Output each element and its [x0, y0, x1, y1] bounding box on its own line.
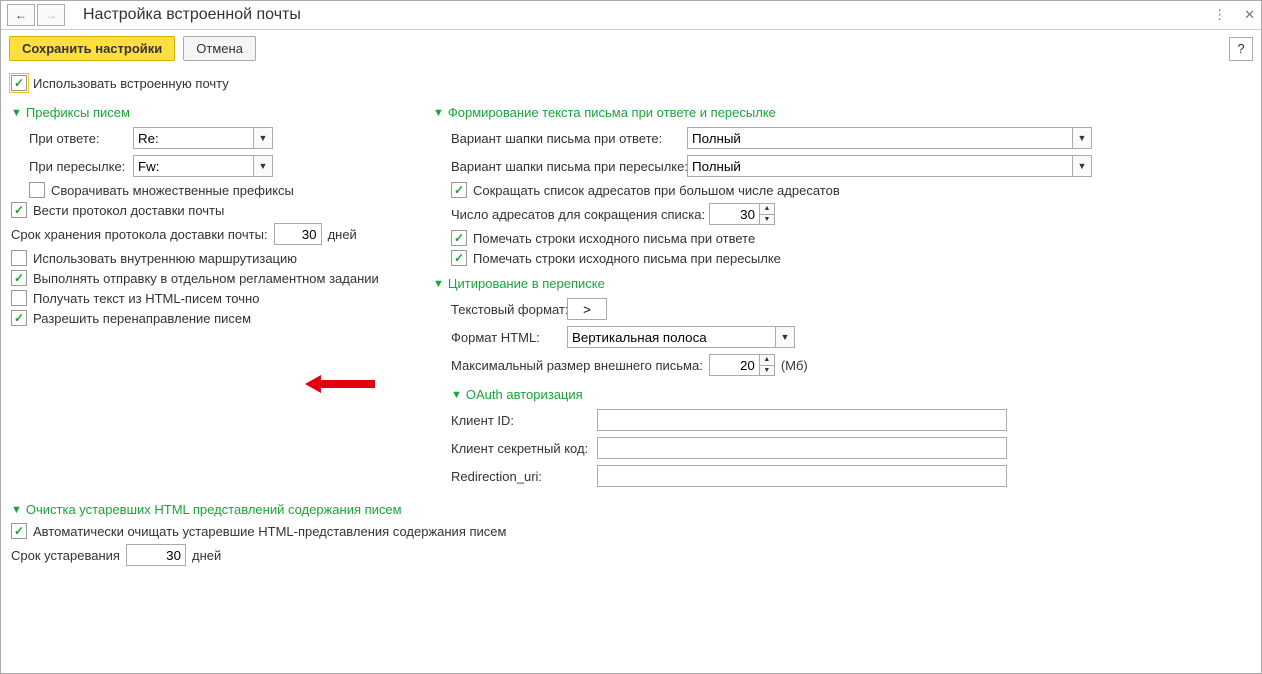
text-fmt-label: Текстовый формат: — [451, 302, 561, 317]
titlebar: ← → Настройка встроенной почты ⋮ ✕ — [1, 1, 1261, 30]
close-icon[interactable]: ✕ — [1244, 7, 1255, 23]
reply-fwd-heading[interactable]: ▼ Формирование текста письма при ответе … — [433, 105, 1133, 120]
reply-prefix-input[interactable] — [133, 127, 253, 149]
internal-routing-label: Использовать внутреннюю маршрутизацию — [33, 251, 297, 266]
html-exact-label: Получать текст из HTML-писем точно — [33, 291, 259, 306]
shorten-count-label: Число адресатов для сокращения списка: — [451, 207, 703, 222]
shorten-count-input[interactable] — [709, 203, 759, 225]
chevron-down-icon: ▼ — [11, 107, 22, 119]
redirect-uri-label: Redirection_uri: — [451, 469, 591, 484]
chevron-down-icon[interactable]: ▼ — [1072, 127, 1092, 149]
reply-header-combo[interactable]: ▼ — [687, 127, 1092, 149]
content: Использовать встроенную почту ▼ Префиксы… — [1, 67, 1261, 575]
reply-prefix-label: При ответе: — [29, 131, 127, 146]
chevron-down-icon: ▼ — [451, 389, 462, 401]
chevron-down-icon[interactable]: ▼ — [253, 127, 273, 149]
max-size-unit: (Мб) — [781, 358, 808, 373]
max-size-label: Максимальный размер внешнего письма: — [451, 358, 703, 373]
kebab-menu-icon[interactable]: ⋮ — [1213, 7, 1226, 23]
cancel-button[interactable]: Отмена — [183, 36, 256, 61]
nav-forward-button[interactable]: → — [37, 4, 65, 26]
toolbar: Сохранить настройки Отмена ? — [1, 30, 1261, 67]
html-fmt-label: Формат HTML: — [451, 330, 561, 345]
mark-lines-reply-label: Помечать строки исходного письма при отв… — [473, 231, 755, 246]
use-internal-mail-checkbox[interactable] — [11, 75, 27, 91]
chevron-down-icon: ▼ — [11, 504, 22, 516]
chevron-down-icon[interactable]: ▼ — [775, 326, 795, 348]
help-button[interactable]: ? — [1229, 37, 1253, 61]
chevron-down-icon: ▼ — [433, 107, 444, 119]
mark-lines-fwd-label: Помечать строки исходного письма при пер… — [473, 251, 781, 266]
cleanup-age-input[interactable] — [126, 544, 186, 566]
auto-clean-checkbox[interactable] — [11, 523, 27, 539]
allow-redirect-label: Разрешить перенаправление писем — [33, 311, 251, 326]
mark-lines-reply-checkbox[interactable] — [451, 230, 467, 246]
fwd-header-label: Вариант шапки письма при пересылке: — [451, 159, 681, 174]
nav-back-button[interactable]: ← — [7, 4, 35, 26]
send-separate-job-checkbox[interactable] — [11, 270, 27, 286]
window-title: Настройка встроенной почты — [83, 6, 301, 24]
use-internal-mail-label: Использовать встроенную почту — [33, 76, 229, 91]
settings-window: ← → Настройка встроенной почты ⋮ ✕ Сохра… — [0, 0, 1262, 674]
html-fmt-combo[interactable]: ▼ — [567, 326, 795, 348]
log-retention-input[interactable] — [274, 223, 322, 245]
cleanup-age-label: Срок устаревания — [11, 548, 120, 563]
auto-clean-label: Автоматически очищать устаревшие HTML-пр… — [33, 524, 506, 539]
client-secret-label: Клиент секретный код: — [451, 441, 591, 456]
spin-up-icon[interactable]: ▲ — [760, 355, 774, 366]
reply-header-label: Вариант шапки письма при ответе: — [451, 131, 681, 146]
collapse-prefixes-label: Сворачивать множественные префиксы — [51, 183, 294, 198]
spin-down-icon[interactable]: ▼ — [760, 366, 774, 376]
allow-redirect-checkbox[interactable] — [11, 310, 27, 326]
chevron-down-icon: ▼ — [433, 278, 444, 290]
redirect-uri-input[interactable] — [597, 465, 1007, 487]
forward-prefix-combo[interactable]: ▼ — [133, 155, 273, 177]
spin-down-icon[interactable]: ▼ — [760, 215, 774, 225]
max-size-input[interactable] — [709, 354, 759, 376]
html-exact-checkbox[interactable] — [11, 290, 27, 306]
save-button[interactable]: Сохранить настройки — [9, 36, 175, 61]
forward-prefix-label: При пересылке: — [29, 159, 127, 174]
shorten-recipients-checkbox[interactable] — [451, 182, 467, 198]
internal-routing-checkbox[interactable] — [11, 250, 27, 266]
chevron-down-icon[interactable]: ▼ — [1072, 155, 1092, 177]
quoting-heading[interactable]: ▼ Цитирование в переписке — [433, 276, 1133, 291]
oauth-heading[interactable]: ▼ OAuth авторизация — [451, 387, 1133, 402]
delivery-log-label: Вести протокол доставки почты — [33, 203, 224, 218]
reply-header-input[interactable] — [687, 127, 1072, 149]
cleanup-age-unit: дней — [192, 548, 221, 563]
fwd-header-input[interactable] — [687, 155, 1072, 177]
send-separate-job-label: Выполнять отправку в отдельном регламент… — [33, 271, 379, 286]
reply-prefix-combo[interactable]: ▼ — [133, 127, 273, 149]
chevron-down-icon[interactable]: ▼ — [253, 155, 273, 177]
mark-lines-fwd-checkbox[interactable] — [451, 250, 467, 266]
log-retention-label: Срок хранения протокола доставки почты: — [11, 227, 268, 242]
forward-prefix-input[interactable] — [133, 155, 253, 177]
html-fmt-input[interactable] — [567, 326, 775, 348]
log-retention-unit: дней — [328, 227, 357, 242]
delivery-log-checkbox[interactable] — [11, 202, 27, 218]
max-size-stepper[interactable]: ▲▼ — [709, 354, 775, 376]
client-secret-input[interactable] — [597, 437, 1007, 459]
collapse-prefixes-checkbox[interactable] — [29, 182, 45, 198]
client-id-input[interactable] — [597, 409, 1007, 431]
client-id-label: Клиент ID: — [451, 413, 591, 428]
spin-up-icon[interactable]: ▲ — [760, 204, 774, 215]
shorten-count-stepper[interactable]: ▲▼ — [709, 203, 775, 225]
cleanup-heading[interactable]: ▼ Очистка устаревших HTML представлений … — [11, 502, 1251, 517]
fwd-header-combo[interactable]: ▼ — [687, 155, 1092, 177]
text-fmt-input[interactable] — [567, 298, 607, 320]
prefixes-heading[interactable]: ▼ Префиксы писем — [11, 105, 411, 120]
shorten-recipients-label: Сокращать список адресатов при большом ч… — [473, 183, 840, 198]
